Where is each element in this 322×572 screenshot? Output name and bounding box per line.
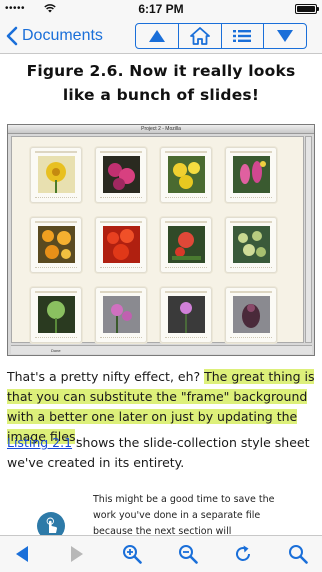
document-content[interactable]: Figure 2.6. Now it really looks like a b…	[0, 55, 322, 535]
bottom-toolbar	[0, 535, 322, 572]
figure-title: Figure 2.6. Now it really looks like a b…	[26, 62, 296, 104]
figure-scrollbar	[305, 136, 312, 343]
paragraph-text: That's a pretty nifty effect, eh?	[7, 369, 205, 384]
home-button[interactable]	[179, 24, 222, 48]
zoom-in-button[interactable]	[120, 542, 144, 566]
previous-section-button[interactable]	[136, 24, 179, 48]
slide-thumbnail	[95, 147, 147, 203]
zoom-in-icon	[123, 545, 142, 564]
back-chevron-icon	[6, 26, 18, 46]
slide-thumbnail	[225, 147, 277, 203]
slide-thumbnail	[30, 147, 82, 203]
search-icon	[289, 545, 308, 564]
table-of-contents-button[interactable]	[222, 24, 265, 48]
figure-status-text: Done	[11, 345, 312, 354]
zoom-out-button[interactable]	[176, 542, 200, 566]
search-button[interactable]	[286, 542, 310, 566]
down-arrow-icon	[277, 30, 294, 42]
back-button-label: Documents	[22, 27, 103, 44]
slide-thumbnail	[30, 287, 82, 343]
navigation-bar: Documents	[0, 18, 322, 54]
refresh-button[interactable]	[231, 542, 255, 566]
touch-hand-icon	[37, 512, 65, 535]
previous-page-button[interactable]	[10, 542, 34, 566]
slide-thumbnail	[160, 287, 212, 343]
status-bar: ••••• 6:17 PM	[0, 0, 322, 18]
slide-thumbnail	[95, 287, 147, 343]
next-page-icon	[71, 546, 83, 562]
battery-icon	[295, 4, 319, 14]
slide-grid	[11, 136, 304, 343]
zoom-out-icon	[179, 545, 198, 564]
next-section-button[interactable]	[264, 24, 306, 48]
figure-window-title: Project 2 - Mozilla	[8, 125, 314, 134]
slide-thumbnail	[225, 217, 277, 273]
page-nav-segmented-control	[135, 23, 307, 49]
slide-thumbnail	[225, 287, 277, 343]
note-text: This might be a good time to save the wo…	[93, 494, 275, 535]
figure-image: Project 2 - Mozilla Done	[7, 124, 315, 356]
paragraph-listing: Listing 2.1 shows the slide-collection s…	[7, 433, 315, 473]
refresh-icon	[236, 545, 250, 561]
up-arrow-icon	[148, 30, 165, 42]
prev-page-icon	[16, 546, 28, 562]
slide-thumbnail	[95, 217, 147, 273]
next-page-button[interactable]	[65, 542, 89, 566]
back-button[interactable]: Documents	[6, 24, 103, 48]
list-icon	[233, 30, 252, 42]
slide-thumbnail	[160, 147, 212, 203]
slide-thumbnail	[160, 217, 212, 273]
slide-thumbnail	[30, 217, 82, 273]
clock: 6:17 PM	[138, 2, 184, 16]
home-icon	[189, 27, 210, 45]
listing-link[interactable]: Listing 2.1	[7, 435, 72, 450]
